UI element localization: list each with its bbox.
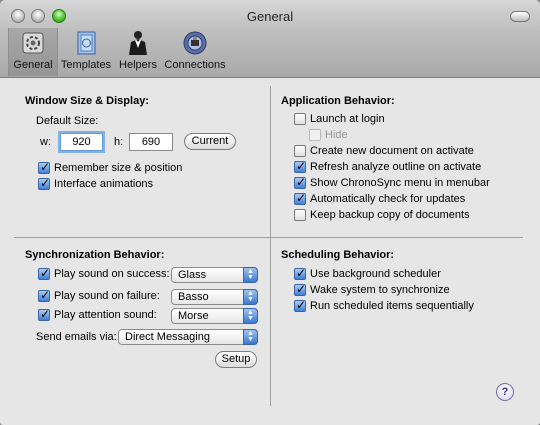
attention-sound-value: Morse bbox=[178, 310, 209, 322]
sound-success-value: Glass bbox=[178, 269, 207, 281]
remember-size-checkbox[interactable] bbox=[38, 160, 50, 174]
help-button[interactable]: ? bbox=[496, 383, 514, 401]
interface-animations-checkbox[interactable] bbox=[38, 176, 50, 190]
helpers-icon bbox=[129, 31, 147, 55]
scheduling-title: Scheduling Behavior: bbox=[281, 249, 395, 261]
sound-failure-label: Play sound on failure: bbox=[54, 290, 160, 302]
refresh-analyze-checkbox[interactable] bbox=[294, 159, 306, 173]
check-updates-label: Automatically check for updates bbox=[310, 193, 466, 205]
launch-at-login-label: Launch at login bbox=[310, 113, 385, 125]
width-field[interactable]: 920 bbox=[60, 133, 103, 151]
sound-success-label: Play sound on success: bbox=[54, 268, 170, 280]
show-menubar-label: Show ChronoSync menu in menubar bbox=[310, 177, 490, 189]
popup-arrows-icon: ▲ ▼ bbox=[243, 267, 258, 283]
sound-failure-popup[interactable]: Basso ▲ ▼ bbox=[171, 289, 258, 305]
sound-failure-value: Basso bbox=[178, 291, 209, 303]
window-title: General bbox=[246, 9, 294, 24]
popup-arrows-icon: ▲ ▼ bbox=[243, 329, 258, 345]
toolbar-general[interactable]: General bbox=[12, 30, 54, 71]
height-label: h: bbox=[114, 136, 124, 148]
app-behavior-title: Application Behavior: bbox=[281, 95, 395, 107]
templates-icon bbox=[77, 31, 96, 55]
preferences-window: General General Templates Helpers Connec… bbox=[0, 0, 540, 425]
create-new-document-label: Create new document on activate bbox=[310, 145, 474, 157]
hide-label: Hide bbox=[325, 129, 348, 141]
left-horizontal-divider bbox=[14, 237, 270, 238]
current-button[interactable]: Current bbox=[184, 133, 236, 150]
run-sequentially-label: Run scheduled items sequentially bbox=[310, 300, 474, 312]
check-updates-checkbox[interactable] bbox=[294, 191, 306, 205]
send-emails-value: Direct Messaging bbox=[125, 331, 210, 343]
attention-sound-popup[interactable]: Morse ▲ ▼ bbox=[171, 308, 258, 324]
height-field[interactable]: 690 bbox=[129, 133, 173, 151]
toolbar-label: Templates bbox=[60, 59, 112, 71]
send-emails-label: Send emails via: bbox=[36, 331, 117, 343]
toolbar-connections[interactable]: Connections bbox=[164, 30, 226, 71]
toolbar-templates[interactable]: Templates bbox=[60, 30, 112, 71]
toolbar-label: Helpers bbox=[119, 59, 157, 71]
connections-icon bbox=[183, 31, 207, 55]
popup-arrows-icon: ▲ ▼ bbox=[243, 289, 258, 305]
toolbar-label: Connections bbox=[164, 59, 226, 71]
sync-behavior-title: Synchronization Behavior: bbox=[25, 249, 165, 261]
send-emails-popup[interactable]: Direct Messaging ▲ ▼ bbox=[118, 329, 258, 345]
wake-system-label: Wake system to synchronize bbox=[310, 284, 450, 296]
title-bar: General General Templates Helpers Connec… bbox=[0, 0, 540, 78]
window-size-title: Window Size & Display: bbox=[25, 95, 149, 107]
background-scheduler-label: Use background scheduler bbox=[310, 268, 441, 280]
interface-animations-label: Interface animations bbox=[54, 178, 154, 190]
setup-button[interactable]: Setup bbox=[215, 351, 257, 368]
refresh-analyze-label: Refresh analyze outline on activate bbox=[310, 161, 482, 173]
remember-size-label: Remember size & position bbox=[54, 162, 183, 174]
background-scheduler-checkbox[interactable] bbox=[294, 266, 306, 280]
toolbar-helpers[interactable]: Helpers bbox=[118, 30, 158, 71]
sound-success-popup[interactable]: Glass ▲ ▼ bbox=[171, 267, 258, 283]
toolbar-label: General bbox=[13, 59, 53, 71]
right-horizontal-divider bbox=[271, 237, 523, 238]
show-menubar-checkbox[interactable] bbox=[294, 175, 306, 189]
run-sequentially-checkbox[interactable] bbox=[294, 298, 306, 312]
default-size-label: Default Size: bbox=[36, 115, 99, 127]
sound-success-checkbox[interactable] bbox=[38, 266, 50, 280]
attention-sound-label: Play attention sound: bbox=[54, 309, 157, 321]
hide-checkbox[interactable] bbox=[309, 129, 321, 141]
launch-at-login-checkbox[interactable] bbox=[294, 113, 306, 125]
sound-failure-checkbox[interactable] bbox=[38, 288, 50, 302]
keep-backup-checkbox[interactable] bbox=[294, 209, 306, 221]
create-new-document-checkbox[interactable] bbox=[294, 145, 306, 157]
popup-arrows-icon: ▲ ▼ bbox=[243, 308, 258, 324]
attention-sound-checkbox[interactable] bbox=[38, 307, 50, 321]
wake-system-checkbox[interactable] bbox=[294, 282, 306, 296]
vertical-divider bbox=[270, 86, 271, 406]
general-icon bbox=[22, 32, 44, 54]
toolbar-toggle-button[interactable] bbox=[510, 11, 530, 22]
width-label: w: bbox=[40, 136, 51, 148]
keep-backup-label: Keep backup copy of documents bbox=[310, 209, 470, 221]
